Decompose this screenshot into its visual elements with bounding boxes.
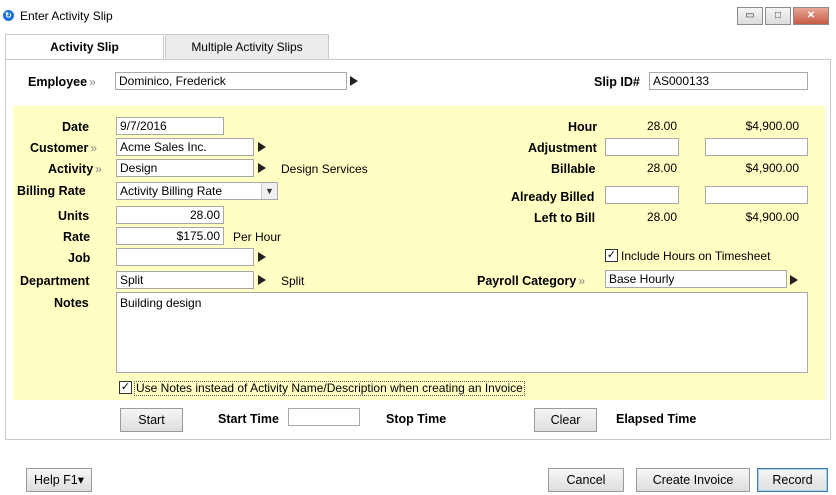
notes-textarea[interactable]: Building design [116, 292, 808, 373]
left-to-bill-units: 28.00 [646, 210, 677, 224]
notes-label: Notes [54, 296, 89, 310]
left-to-bill-amount: $4,900.00 [745, 210, 799, 224]
start-button[interactable]: Start [120, 408, 183, 432]
payroll-category-field[interactable]: Base Hourly [605, 270, 787, 288]
help-dropdown-icon: ▾ [77, 473, 85, 487]
adjustment-label: Adjustment [528, 141, 597, 155]
tab-strip: Activity Slip Multiple Activity Slips [5, 34, 831, 62]
cancel-button[interactable]: Cancel [548, 468, 624, 492]
units-label: Units [58, 209, 90, 223]
app-icon: ↻ [3, 10, 14, 21]
job-field[interactable] [116, 248, 254, 266]
payroll-category-lookup-arrow-icon[interactable] [790, 275, 798, 285]
clear-button[interactable]: Clear [534, 408, 597, 432]
window-title: Enter Activity Slip [20, 9, 113, 23]
employee-label: Employee» [28, 75, 96, 89]
payroll-category-label: Payroll Category» [477, 274, 586, 288]
tab-multiple-activity-slips[interactable]: Multiple Activity Slips [165, 34, 329, 60]
customer-lookup-arrow-icon[interactable] [258, 142, 266, 152]
include-hours-checkbox[interactable]: ✓ [605, 249, 618, 262]
use-notes-checkbox[interactable]: ✓ [119, 381, 132, 394]
adjustment-amount-field[interactable] [705, 138, 808, 156]
elapsed-time-label: Elapsed Time [616, 412, 697, 426]
activity-label: Activity» [48, 162, 102, 176]
already-billed-label: Already Billed [511, 190, 595, 204]
billing-rate-label: Billing Rate [17, 184, 86, 198]
record-button[interactable]: Record [757, 468, 828, 492]
department-label: Department [20, 274, 90, 288]
already-billed-units-field[interactable] [605, 186, 679, 204]
adjustment-units-field[interactable] [605, 138, 679, 156]
billing-rate-selected: Activity Billing Rate [120, 184, 223, 198]
billable-amount: $4,900.00 [745, 161, 799, 175]
slip-id-field[interactable]: AS000133 [649, 72, 808, 90]
job-lookup-arrow-icon[interactable] [258, 252, 266, 262]
left-to-bill-label: Left to Bill [534, 211, 596, 225]
slip-id-label: Slip ID# [594, 75, 640, 89]
include-hours-checkbox-label[interactable]: Include Hours on Timesheet [621, 249, 770, 263]
rate-unit: Per Hour [233, 230, 282, 244]
help-button[interactable]: Help F1▾ [26, 468, 92, 492]
help-button-label: Help F1 [33, 473, 78, 487]
close-button[interactable]: ✕ [793, 7, 829, 25]
date-field[interactable]: 9/7/2016 [116, 117, 224, 135]
maximize-button[interactable]: □ [765, 7, 791, 25]
date-label: Date [62, 120, 90, 134]
rate-field[interactable]: $175.00 [116, 227, 224, 245]
tab-multiple-activity-slips-label: Multiple Activity Slips [191, 40, 303, 54]
units-field[interactable]: 28.00 [116, 206, 224, 224]
already-billed-amount-field[interactable] [705, 186, 808, 204]
customer-field[interactable]: Acme Sales Inc. [116, 138, 254, 156]
tab-activity-slip-label: Activity Slip [50, 40, 119, 54]
start-time-field[interactable] [288, 408, 360, 426]
rate-label: Rate [63, 230, 91, 244]
billable-label: Billable [551, 162, 596, 176]
hour-label: Hour [568, 120, 598, 134]
create-invoice-button[interactable]: Create Invoice [636, 468, 750, 492]
customer-label: Customer» [30, 141, 98, 155]
department-description: Split [281, 274, 305, 288]
activity-field[interactable]: Design [116, 159, 254, 177]
stop-time-label: Stop Time [386, 412, 447, 426]
department-field[interactable]: Split [116, 271, 254, 289]
activity-lookup-arrow-icon[interactable] [258, 163, 266, 173]
job-label: Job [68, 251, 91, 265]
title-bar: ↻ Enter Activity Slip ▭ □ ✕ [0, 0, 836, 32]
billable-units: 28.00 [646, 161, 677, 175]
department-lookup-arrow-icon[interactable] [258, 275, 266, 285]
start-time-label: Start Time [218, 412, 279, 426]
chevron-down-icon[interactable]: ▼ [261, 183, 277, 199]
tab-activity-slip[interactable]: Activity Slip [5, 34, 164, 62]
employee-field[interactable]: Dominico, Frederick [115, 72, 347, 90]
window-controls: ▭ □ ✕ [737, 7, 829, 25]
use-notes-checkbox-label[interactable]: Use Notes instead of Activity Name/Descr… [134, 381, 525, 396]
billing-rate-select[interactable]: Activity Billing Rate ▼ [116, 182, 278, 200]
activity-description: Design Services [281, 162, 368, 176]
employee-lookup-arrow-icon[interactable] [350, 76, 358, 86]
hour-amount: $4,900.00 [745, 119, 799, 133]
hour-units: 28.00 [646, 119, 677, 133]
minimize-button[interactable]: ▭ [737, 7, 763, 25]
